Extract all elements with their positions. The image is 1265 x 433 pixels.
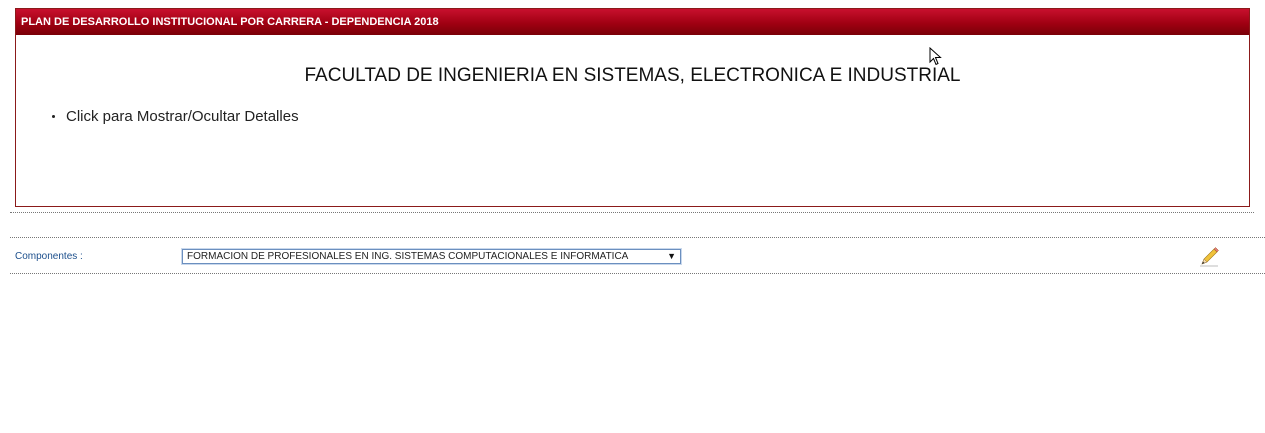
components-select-value: FORMACION DE PROFESIONALES EN ING. SISTE… [187, 251, 629, 262]
components-select[interactable]: FORMACION DE PROFESIONALES EN ING. SISTE… [181, 248, 682, 265]
pencil-icon [1200, 247, 1219, 267]
edit-button[interactable] [1198, 246, 1220, 268]
plan-panel: PLAN DE DESARROLLO INSTITUCIONAL POR CAR… [15, 8, 1250, 207]
faculty-title: FACULTAD DE INGENIERIA EN SISTEMAS, ELEC… [304, 65, 961, 86]
components-label: Componentes : [15, 251, 83, 262]
mouse-cursor-icon [929, 47, 942, 66]
panel-header-title: PLAN DE DESARROLLO INSTITUCIONAL POR CAR… [16, 9, 1249, 35]
dropdown-arrow-icon: ▼ [667, 251, 676, 261]
divider [10, 212, 1254, 213]
divider [10, 237, 1265, 238]
details-toggle-link[interactable]: Click para Mostrar/Ocultar Detalles [52, 108, 299, 125]
divider [10, 273, 1265, 274]
bullet-icon [52, 114, 55, 118]
details-toggle-label: Click para Mostrar/Ocultar Detalles [66, 108, 299, 125]
